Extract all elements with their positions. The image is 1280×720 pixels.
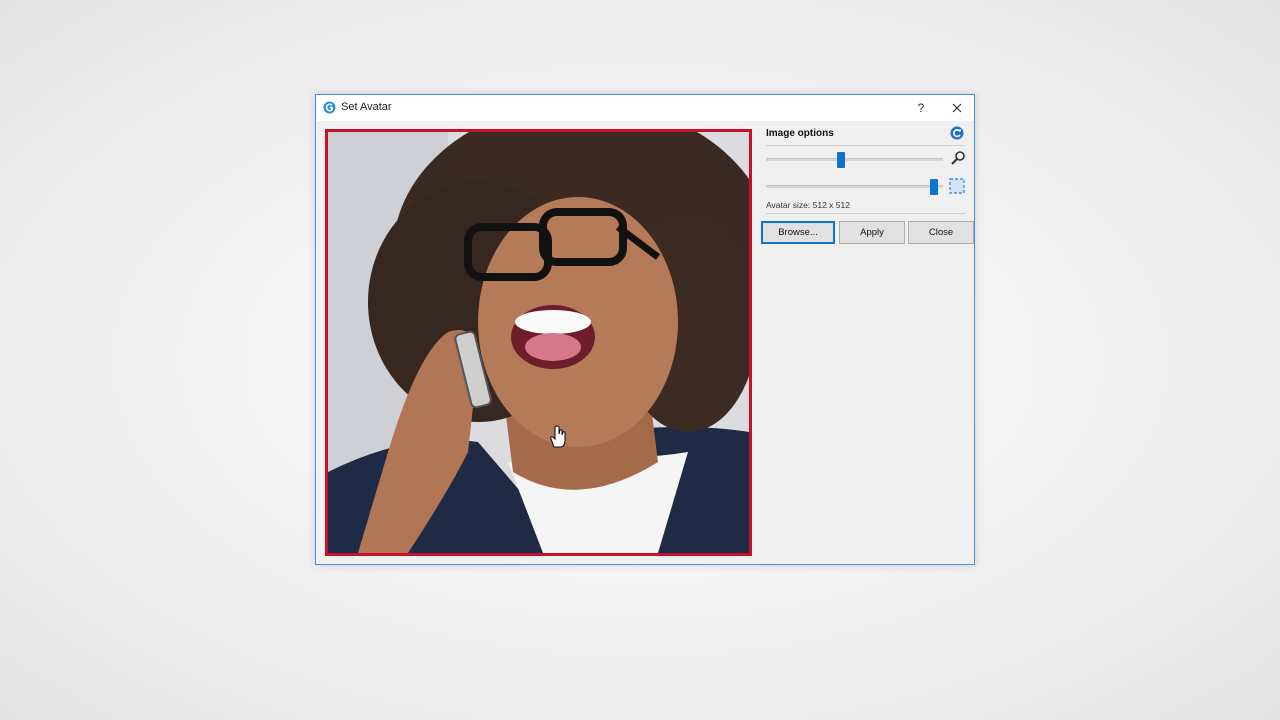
separator	[766, 213, 966, 214]
size-slider[interactable]	[766, 179, 943, 195]
app-logo-icon	[323, 101, 336, 114]
zoom-slider-thumb[interactable]	[836, 152, 845, 168]
separator	[766, 145, 966, 146]
magnifier-icon	[951, 151, 965, 165]
size-slider-thumb[interactable]	[929, 179, 938, 195]
title-bar[interactable]: Set Avatar ?	[316, 95, 974, 121]
avatar-photo	[328, 132, 749, 553]
avatar-size-label: Avatar size: 512 x 512	[766, 200, 850, 210]
close-button[interactable]: Close	[908, 221, 974, 244]
reset-icon[interactable]	[949, 125, 965, 141]
image-options-heading: Image options	[766, 128, 834, 139]
size-slider-track	[766, 185, 943, 188]
zoom-slider-track	[766, 158, 943, 161]
hand-cursor-icon	[550, 425, 566, 448]
zoom-slider[interactable]	[766, 152, 943, 168]
browse-button[interactable]: Browse...	[761, 221, 835, 244]
help-button[interactable]: ?	[911, 97, 931, 119]
apply-button[interactable]: Apply	[839, 221, 905, 244]
set-avatar-dialog: Set Avatar ? Image options Avatar size: …	[315, 94, 975, 565]
close-window-icon[interactable]	[946, 97, 968, 119]
dialog-title: Set Avatar	[341, 101, 392, 113]
avatar-preview[interactable]	[325, 129, 752, 556]
crop-area-icon	[949, 178, 965, 194]
